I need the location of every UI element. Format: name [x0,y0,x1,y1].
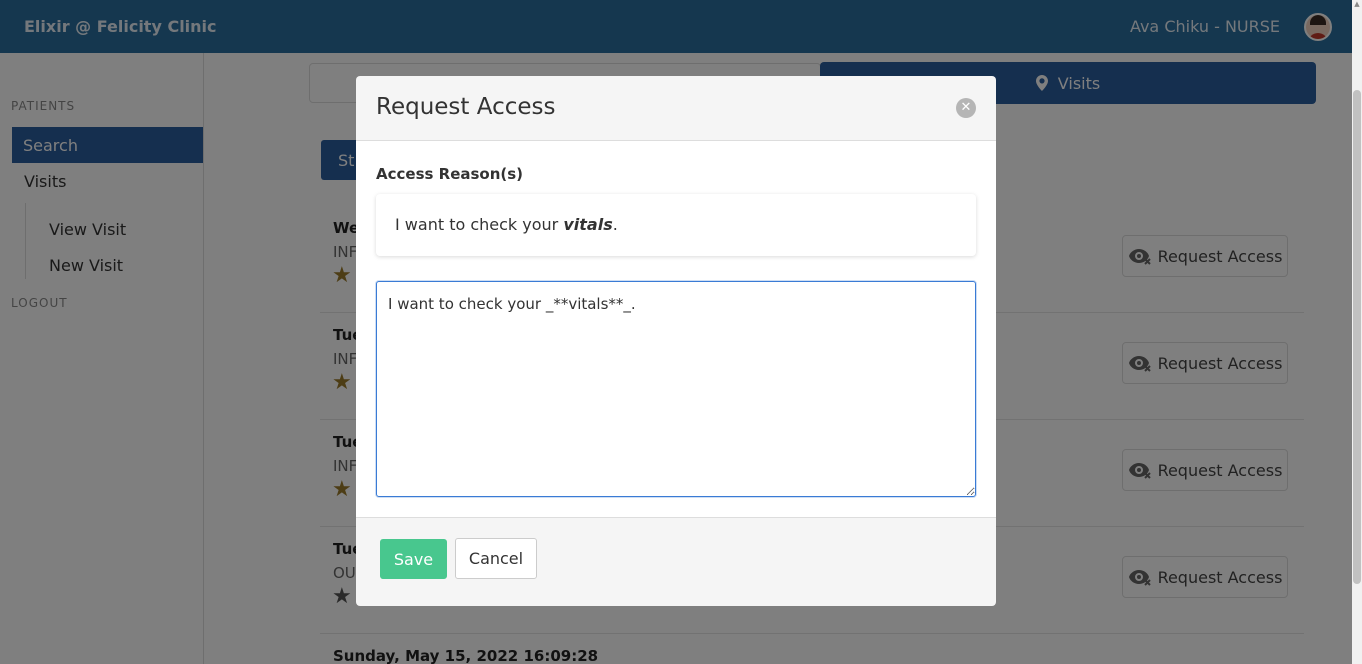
preview-emphasis: vitals [563,215,613,234]
modal-footer: Save Cancel [356,517,996,606]
preview-prefix: I want to check your [395,215,564,234]
scroll-up-icon[interactable]: ▲ [1352,0,1362,10]
modal-body: Access Reason(s) I want to check your vi… [356,141,996,517]
modal-header: Request Access ✕ [356,76,996,141]
reason-preview: I want to check your vitals. [376,194,976,256]
modal-title: Request Access [376,94,556,120]
access-reason-label: Access Reason(s) [376,165,524,183]
cancel-button[interactable]: Cancel [455,538,537,579]
request-access-modal: Request Access ✕ Access Reason(s) I want… [356,76,996,606]
save-button[interactable]: Save [380,539,447,579]
scrollbar-thumb[interactable] [1353,90,1361,584]
access-reason-textarea[interactable]: I want to check your _**vitals**_. [376,281,976,497]
close-icon[interactable]: ✕ [956,98,976,118]
preview-suffix: . [612,215,618,234]
